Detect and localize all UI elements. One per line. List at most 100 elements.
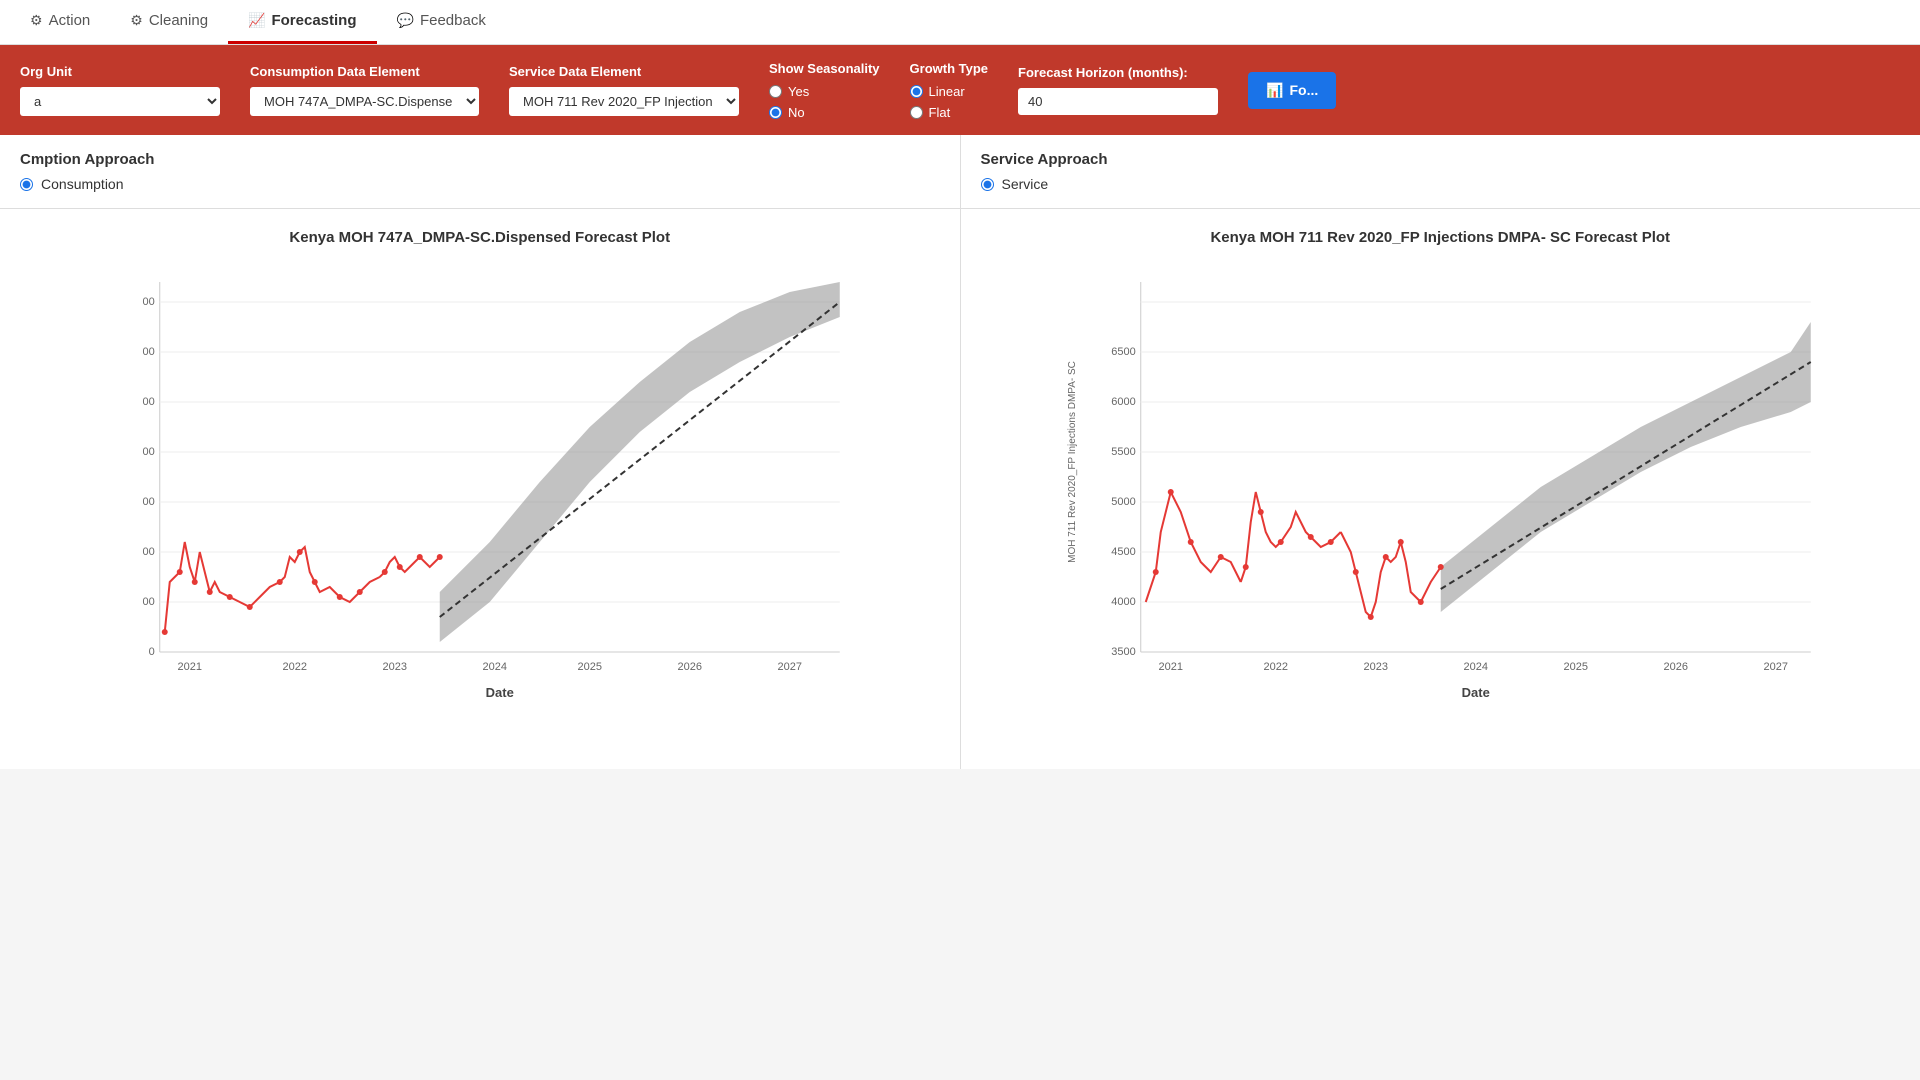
service-chart-panel: Kenya MOH 711 Rev 2020_FP Injections DMP…: [961, 209, 1920, 769]
svg-text:2024: 2024: [483, 661, 507, 673]
service-approach-panel: Service Approach Service: [961, 135, 1920, 208]
service-select[interactable]: MOH 711 Rev 2020_FP Injection: [509, 87, 739, 116]
svg-text:5000: 5000: [1111, 496, 1135, 508]
nav-tabs: ⚙ Action ⚙ Cleaning 📈 Forecasting 💬 Feed…: [0, 0, 1920, 45]
horizon-label: Forecast Horizon (months):: [1018, 65, 1218, 80]
org-unit-group: Org Unit a: [20, 64, 220, 116]
forecast-button[interactable]: 📊 Fo...: [1248, 72, 1336, 109]
growth-flat-option[interactable]: Flat: [910, 105, 988, 120]
cleaning-icon: ⚙: [130, 12, 143, 29]
svg-text:2027: 2027: [1763, 661, 1787, 673]
service-radio-text: Service: [1002, 176, 1049, 192]
svg-text:00: 00: [143, 596, 155, 608]
svg-text:4000: 4000: [1111, 596, 1135, 608]
consumption-approach-panel: Cmption Approach Consumption: [0, 135, 961, 208]
svg-text:2021: 2021: [178, 661, 202, 673]
consumption-radio-label[interactable]: Consumption: [20, 176, 940, 192]
svg-text:00: 00: [143, 396, 155, 408]
svg-text:6500: 6500: [1111, 346, 1135, 358]
growth-radios: Linear Flat: [910, 84, 988, 120]
svg-text:00: 00: [143, 296, 155, 308]
chart1-svg: 0 00 00 00 00 00 00 00: [20, 262, 940, 722]
svg-text:2025: 2025: [578, 661, 602, 673]
seasonality-yes-radio[interactable]: [769, 85, 782, 98]
svg-text:Date: Date: [486, 685, 514, 700]
growth-linear-option[interactable]: Linear: [910, 84, 988, 99]
tab-feedback-label: Feedback: [420, 12, 486, 29]
feedback-icon: 💬: [397, 12, 414, 29]
forecasting-icon: 📈: [248, 12, 265, 29]
forecast-button-label: Fo...: [1289, 82, 1318, 98]
seasonality-label: Show Seasonality: [769, 61, 880, 76]
svg-text:0: 0: [149, 646, 155, 658]
growth-flat-label: Flat: [929, 105, 951, 120]
consumption-approach-title: Cmption Approach: [20, 151, 940, 168]
growth-group: Growth Type Linear Flat: [910, 61, 988, 120]
tab-cleaning-label: Cleaning: [149, 12, 208, 29]
org-unit-label: Org Unit: [20, 64, 220, 79]
svg-text:5500: 5500: [1111, 446, 1135, 458]
svg-text:2022: 2022: [283, 661, 307, 673]
chart2-container: 3500 4000 4500 5000 5500 6000 6500 MOH 7…: [981, 262, 1901, 722]
svg-text:2026: 2026: [678, 661, 702, 673]
seasonality-group: Show Seasonality Yes No: [769, 61, 880, 120]
tab-feedback[interactable]: 💬 Feedback: [377, 0, 506, 44]
svg-text:4500: 4500: [1111, 546, 1135, 558]
growth-linear-radio[interactable]: [910, 85, 923, 98]
tab-cleaning[interactable]: ⚙ Cleaning: [110, 0, 228, 44]
forecast-icon: 📊: [1266, 82, 1283, 99]
seasonality-yes-label: Yes: [788, 84, 809, 99]
service-radio-label[interactable]: Service: [981, 176, 1901, 192]
svg-text:2021: 2021: [1158, 661, 1182, 673]
growth-label: Growth Type: [910, 61, 988, 76]
service-approach-title: Service Approach: [981, 151, 1901, 168]
service-label: Service Data Element: [509, 64, 739, 79]
chart2-svg: 3500 4000 4500 5000 5500 6000 6500 MOH 7…: [981, 262, 1901, 722]
approach-row: Cmption Approach Consumption Service App…: [0, 135, 1920, 209]
consumption-radio[interactable]: [20, 178, 33, 191]
consumption-chart-panel: Kenya MOH 747A_DMPA-SC.Dispensed Forecas…: [0, 209, 961, 769]
tab-action-label: Action: [49, 12, 91, 29]
service-radio[interactable]: [981, 178, 994, 191]
seasonality-no-label: No: [788, 105, 805, 120]
consumption-label: Consumption Data Element: [250, 64, 479, 79]
consumption-radio-text: Consumption: [41, 176, 124, 192]
svg-text:2027: 2027: [778, 661, 802, 673]
svg-text:2024: 2024: [1463, 661, 1487, 673]
svg-text:00: 00: [143, 546, 155, 558]
tab-forecasting[interactable]: 📈 Forecasting: [228, 0, 376, 44]
svg-text:00: 00: [143, 346, 155, 358]
charts-row: Kenya MOH 747A_DMPA-SC.Dispensed Forecas…: [0, 209, 1920, 769]
tab-action[interactable]: ⚙ Action: [10, 0, 110, 44]
svg-text:2023: 2023: [383, 661, 407, 673]
svg-text:00: 00: [143, 496, 155, 508]
svg-text:3500: 3500: [1111, 646, 1135, 658]
svg-text:2023: 2023: [1363, 661, 1387, 673]
consumption-group: Consumption Data Element MOH 747A_DMPA-S…: [250, 64, 479, 116]
svg-text:Date: Date: [1461, 685, 1489, 700]
chart1-container: 0 00 00 00 00 00 00 00: [20, 262, 940, 722]
seasonality-no-radio[interactable]: [769, 106, 782, 119]
svg-text:MOH 711 Rev 2020_FP Injections: MOH 711 Rev 2020_FP Injections DMPA- SC: [1066, 361, 1077, 563]
horizon-group: Forecast Horizon (months):: [1018, 65, 1218, 115]
content: Cmption Approach Consumption Service App…: [0, 135, 1920, 769]
svg-text:6000: 6000: [1111, 396, 1135, 408]
consumption-select[interactable]: MOH 747A_DMPA-SC.Dispense: [250, 87, 479, 116]
action-icon: ⚙: [30, 12, 43, 29]
seasonality-yes-option[interactable]: Yes: [769, 84, 880, 99]
svg-text:2025: 2025: [1563, 661, 1587, 673]
toolbar: Org Unit a Consumption Data Element MOH …: [0, 45, 1920, 135]
growth-linear-label: Linear: [929, 84, 965, 99]
chart1-title: Kenya MOH 747A_DMPA-SC.Dispensed Forecas…: [20, 229, 940, 246]
svg-text:2026: 2026: [1663, 661, 1687, 673]
service-group: Service Data Element MOH 711 Rev 2020_FP…: [509, 64, 739, 116]
horizon-input[interactable]: [1018, 88, 1218, 115]
chart2-title: Kenya MOH 711 Rev 2020_FP Injections DMP…: [981, 229, 1901, 246]
seasonality-radios: Yes No: [769, 84, 880, 120]
growth-flat-radio[interactable]: [910, 106, 923, 119]
seasonality-no-option[interactable]: No: [769, 105, 880, 120]
svg-text:2022: 2022: [1263, 661, 1287, 673]
org-unit-select[interactable]: a: [20, 87, 220, 116]
tab-forecasting-label: Forecasting: [271, 12, 356, 29]
svg-text:00: 00: [143, 446, 155, 458]
